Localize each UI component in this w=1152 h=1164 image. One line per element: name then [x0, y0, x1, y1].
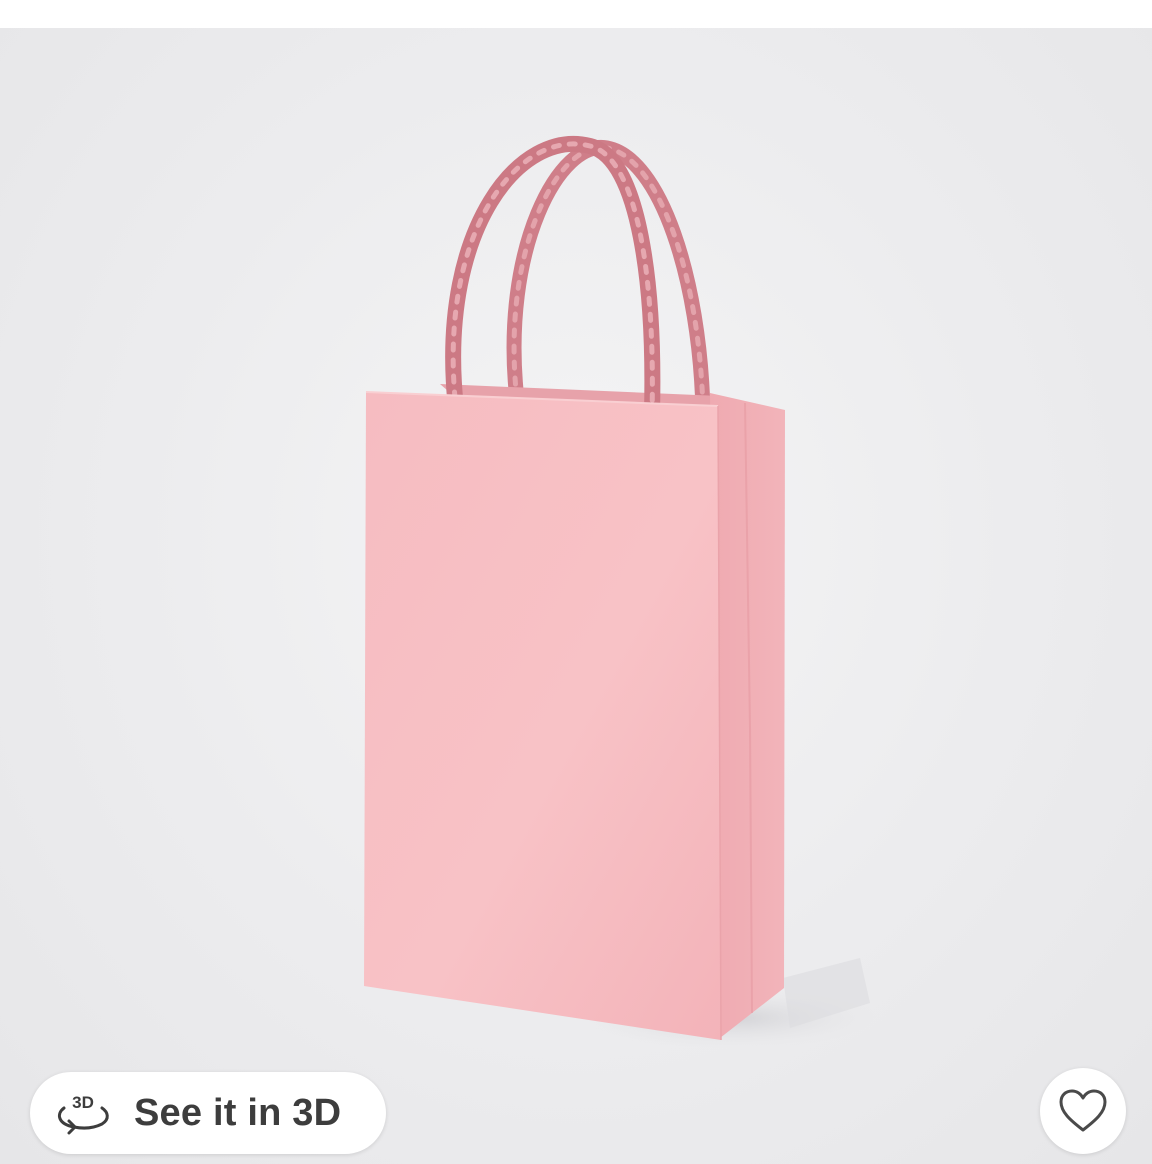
back-handle — [506, 139, 711, 420]
3d-icon-text: 3D — [72, 1093, 94, 1112]
3d-rotate-icon: 3D — [57, 1093, 109, 1135]
favorite-button[interactable] — [1040, 1068, 1126, 1154]
see-it-in-3d-label: See it in 3D — [134, 1091, 342, 1134]
bag-front-panel — [364, 392, 721, 1040]
heart-outline-icon — [1059, 1089, 1107, 1132]
gift-bag-illustration — [364, 136, 880, 1048]
product-image-viewer: 3D See it in 3D — [0, 0, 1152, 1164]
pink-gift-bag-image[interactable] — [0, 28, 1152, 1164]
see-it-in-3d-button[interactable]: 3D See it in 3D — [30, 1072, 386, 1154]
